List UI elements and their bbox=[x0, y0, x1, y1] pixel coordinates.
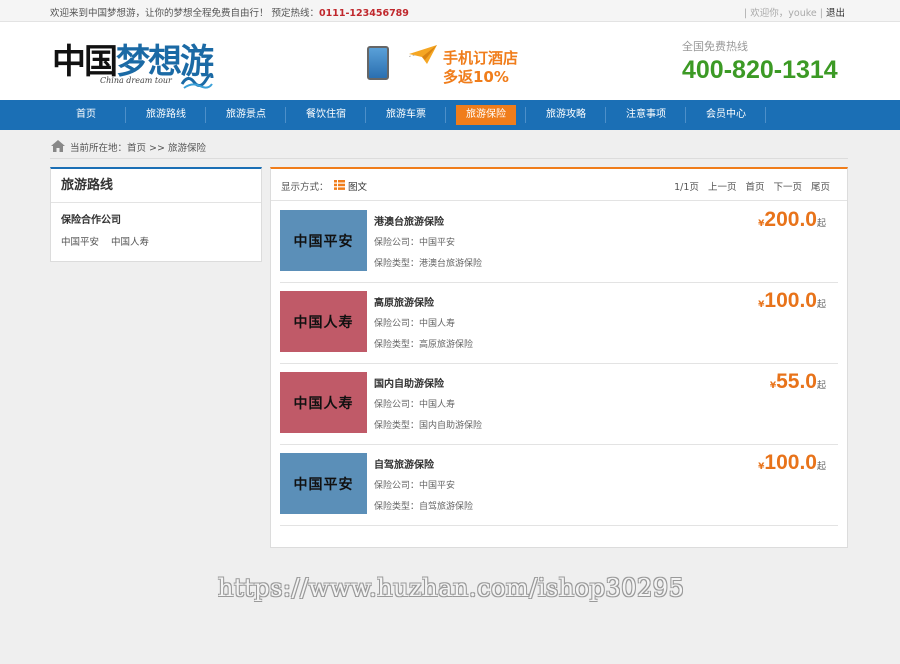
first-page-link[interactable]: 首页 bbox=[745, 179, 764, 193]
product-item[interactable]: 中国平安 自驾旅游保险 保险公司：中国平安 保险类型：自驾旅游保险 ¥100.0… bbox=[280, 445, 838, 526]
list-toolbar: 显示方式： 图文 1/1页 上一页 首页 下一页 尾页 bbox=[271, 169, 847, 201]
wave-icon bbox=[180, 73, 214, 89]
display-mode-image-text[interactable]: 图文 bbox=[348, 179, 367, 193]
nav-item-label: 会员中心 bbox=[706, 109, 746, 120]
paper-plane-icon bbox=[409, 45, 437, 64]
watermark-text: https://www.huzhan.com/ishop30295 bbox=[218, 574, 685, 602]
sidebar-link-pingan[interactable]: 中国平安 bbox=[61, 237, 99, 248]
mobile-hotel-promo[interactable]: 手机订酒店 多返10% bbox=[365, 44, 525, 94]
nav-item[interactable]: 旅游路线 bbox=[126, 100, 206, 130]
product-company: 保险公司：中国平安 bbox=[374, 238, 456, 248]
next-page-link[interactable]: 下一页 bbox=[773, 179, 802, 193]
logout-link[interactable]: 退出 bbox=[826, 8, 845, 19]
product-name[interactable]: 国内自助游保险 bbox=[374, 375, 444, 390]
product-thumbnail[interactable]: 中国人寿 bbox=[280, 291, 367, 352]
product-price: ¥100.0起 bbox=[758, 451, 826, 475]
nav-item[interactable]: 注意事项 bbox=[606, 100, 686, 130]
nav-item-label: 旅游车票 bbox=[386, 109, 426, 120]
prev-page-link[interactable]: 上一页 bbox=[708, 179, 737, 193]
breadcrumb-text: 当前所在地：首页 >> 旅游保险 bbox=[70, 143, 206, 154]
nav-item[interactable]: 旅游保险 bbox=[446, 100, 526, 130]
product-type: 保险类型：高原旅游保险 bbox=[374, 340, 474, 350]
price-suffix: 起 bbox=[816, 381, 826, 391]
product-name[interactable]: 港澳台旅游保险 bbox=[374, 213, 444, 228]
site-header: 中国梦想游 China dream tour 手机订酒店 多返10% 全国免费热… bbox=[0, 22, 900, 100]
nav-item[interactable]: 旅游景点 bbox=[206, 100, 286, 130]
sidebar: 旅游路线 保险合作公司 中国平安 中国人寿 bbox=[50, 167, 262, 262]
price-suffix: 起 bbox=[816, 300, 826, 310]
price-value: 100.0 bbox=[764, 451, 817, 474]
product-thumbnail[interactable]: 中国人寿 bbox=[280, 372, 367, 433]
product-thumbnail[interactable]: 中国平安 bbox=[280, 453, 367, 514]
nav-item-label: 旅游攻略 bbox=[546, 109, 586, 120]
nav-item-label: 首页 bbox=[76, 109, 96, 120]
nav-item[interactable]: 旅游车票 bbox=[366, 100, 446, 130]
price-value: 55.0 bbox=[776, 370, 817, 393]
sidebar-title: 旅游路线 bbox=[51, 169, 261, 203]
promo-line-2: 多返10% bbox=[443, 68, 509, 86]
product-type: 保险类型：国内自助游保险 bbox=[374, 421, 483, 431]
nav-item-label: 旅游景点 bbox=[226, 109, 266, 120]
product-type: 保险类型：自驾旅游保险 bbox=[374, 502, 474, 512]
logo-subtitle: China dream tour bbox=[100, 76, 172, 85]
nav-item-label: 旅游保险 bbox=[456, 105, 516, 125]
nav-list: 首页 旅游路线 旅游景点 餐饮住宿 旅游车票 旅游保险 旅游攻略 注意事项 会员中心 bbox=[46, 100, 766, 130]
price-value: 100.0 bbox=[764, 289, 817, 312]
product-item[interactable]: 中国人寿 高原旅游保险 保险公司：中国人寿 保险类型：高原旅游保险 ¥100.0… bbox=[280, 283, 838, 364]
sidebar-links: 中国平安 中国人寿 bbox=[51, 226, 261, 248]
user-greeting: | 欢迎你，youke | bbox=[744, 8, 823, 19]
nav-item[interactable]: 旅游攻略 bbox=[526, 100, 606, 130]
product-item[interactable]: 中国平安 港澳台旅游保险 保险公司：中国平安 保险类型：港澳台旅游保险 ¥200… bbox=[280, 202, 838, 283]
product-price: ¥55.0起 bbox=[770, 370, 826, 394]
price-suffix: 起 bbox=[816, 462, 826, 472]
list-view-icon[interactable] bbox=[334, 180, 345, 190]
product-price: ¥100.0起 bbox=[758, 289, 826, 313]
nav-item-label: 餐饮住宿 bbox=[306, 109, 346, 120]
product-company: 保险公司：中国人寿 bbox=[374, 400, 456, 410]
pagination: 1/1页 上一页 首页 下一页 尾页 bbox=[674, 179, 830, 193]
free-hotline: 全国免费热线 400-820-1314 bbox=[682, 38, 838, 85]
site-logo[interactable]: 中国梦想游 China dream tour bbox=[52, 34, 217, 94]
main-nav: 首页 旅游路线 旅游景点 餐饮住宿 旅游车票 旅游保险 旅游攻略 注意事项 会员中心 bbox=[0, 100, 900, 130]
product-name[interactable]: 高原旅游保险 bbox=[374, 294, 434, 309]
price-value: 200.0 bbox=[764, 208, 817, 231]
nav-item-label: 注意事项 bbox=[626, 109, 666, 120]
nav-item[interactable]: 首页 bbox=[46, 100, 126, 130]
display-mode-label: 显示方式： bbox=[281, 182, 329, 193]
product-item[interactable]: 中国人寿 国内自助游保险 保险公司：中国人寿 保险类型：国内自助游保险 ¥55.… bbox=[280, 364, 838, 445]
free-hotline-number: 400-820-1314 bbox=[682, 56, 838, 84]
booking-hotline: 0111-123456789 bbox=[319, 8, 409, 19]
product-price: ¥200.0起 bbox=[758, 208, 826, 232]
sidebar-subtitle: 保险合作公司 bbox=[61, 215, 121, 226]
price-suffix: 起 bbox=[816, 219, 826, 229]
nav-item[interactable]: 餐饮住宿 bbox=[286, 100, 366, 130]
product-company: 保险公司：中国人寿 bbox=[374, 319, 456, 329]
sidebar-link-renshou[interactable]: 中国人寿 bbox=[111, 237, 149, 248]
product-type: 保险类型：港澳台旅游保险 bbox=[374, 259, 483, 269]
top-bar: 欢迎来到中国梦想游，让你的梦想全程免费自由行！ 预定热线：0111-123456… bbox=[0, 0, 900, 22]
user-area: | 欢迎你，youke | 退出 bbox=[744, 5, 845, 19]
breadcrumb: 当前所在地：首页 >> 旅游保险 bbox=[50, 137, 848, 159]
product-thumbnail[interactable]: 中国平安 bbox=[280, 210, 367, 271]
page-indicator: 1/1页 bbox=[674, 182, 699, 193]
promo-line-1: 手机订酒店 bbox=[443, 49, 519, 67]
nav-item-label: 旅游路线 bbox=[146, 109, 186, 120]
phone-icon bbox=[367, 46, 389, 80]
product-company: 保险公司：中国平安 bbox=[374, 481, 456, 491]
product-list-panel: 显示方式： 图文 1/1页 上一页 首页 下一页 尾页 中国平安 港澳台旅游保险… bbox=[270, 167, 848, 548]
free-hotline-label: 全国免费热线 bbox=[682, 40, 748, 53]
welcome-text: 欢迎来到中国梦想游，让你的梦想全程免费自由行！ 预定热线： bbox=[50, 8, 320, 19]
home-icon bbox=[51, 140, 65, 152]
last-page-link[interactable]: 尾页 bbox=[811, 179, 830, 193]
nav-item[interactable]: 会员中心 bbox=[686, 100, 766, 130]
product-name[interactable]: 自驾旅游保险 bbox=[374, 456, 434, 471]
welcome-message: 欢迎来到中国梦想游，让你的梦想全程免费自由行！ 预定热线：0111-123456… bbox=[50, 5, 409, 19]
